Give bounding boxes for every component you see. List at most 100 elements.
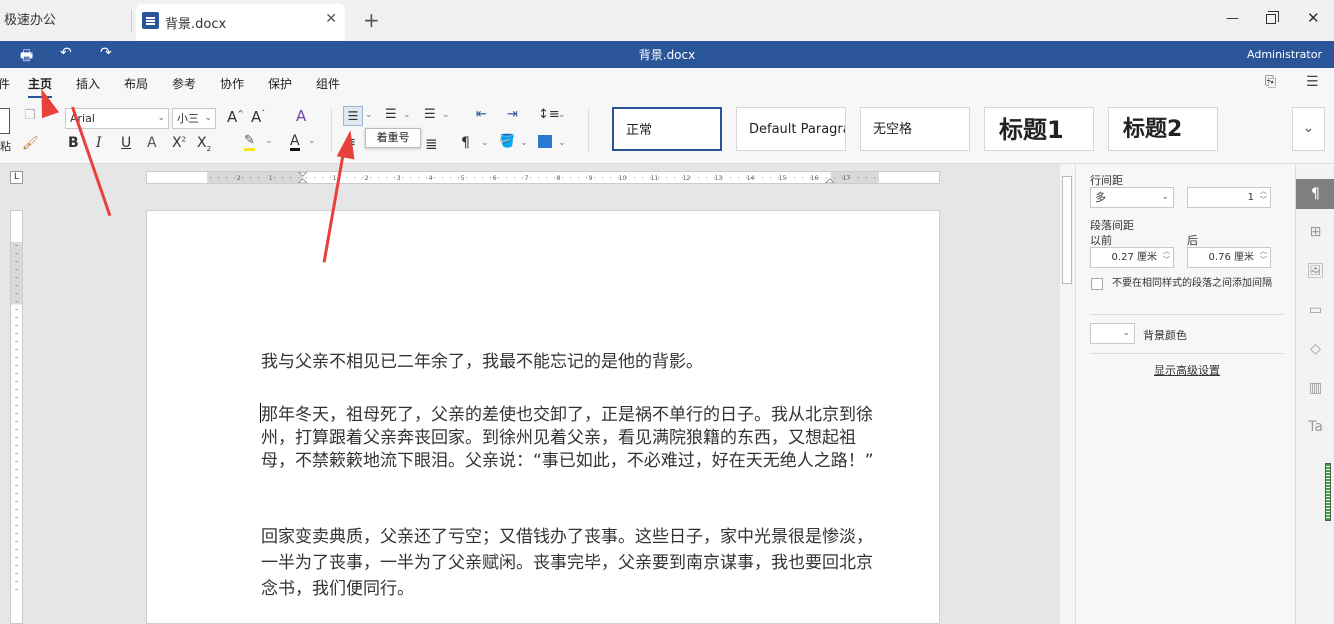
chart-settings-icon[interactable]: ▥ [1296, 373, 1334, 403]
borders-dropdown-icon[interactable]: ⌄ [558, 138, 566, 148]
paragraph-mark-dropdown-icon[interactable]: ⌄ [481, 138, 489, 148]
highlight-dropdown-icon[interactable]: ⌄ [265, 136, 273, 146]
justify-icon[interactable]: ≣ [425, 135, 438, 153]
underline-icon[interactable]: U [121, 135, 131, 151]
menu-collaborate[interactable]: 协作 [220, 75, 244, 92]
paragraph-spacing-label: 段落间距 [1090, 219, 1134, 232]
svg-text:11: 11 [651, 176, 659, 182]
bullet-list-icon[interactable]: ☰ [343, 106, 363, 126]
title-bar: 🖶 ↶ ↷ 背景.docx Administrator [0, 41, 1334, 68]
superscript-icon[interactable]: X2 [172, 135, 186, 151]
numbered-list-dropdown-icon[interactable]: ⌄ [403, 110, 411, 120]
background-color-label: 背景颜色 [1143, 329, 1187, 342]
style-no-spacing[interactable]: 无空格 [860, 107, 970, 151]
font-size-select[interactable]: 小三 ⌄ [172, 108, 216, 129]
paragraph-3[interactable]: 回家变卖典质，父亲还了亏空；又借钱办了丧事。这些日子，家中光景很是惨淡，一半为了… [261, 524, 887, 602]
shape-settings-icon[interactable]: ◇ [1296, 334, 1334, 364]
format-painter-icon[interactable]: 🖌 [22, 136, 39, 151]
italic-icon[interactable]: I [96, 135, 102, 151]
borders-icon[interactable] [538, 135, 552, 148]
menu-protect[interactable]: 保护 [268, 75, 292, 92]
menu-layout[interactable]: 布局 [124, 75, 148, 92]
paragraph-2[interactable]: 那年冬天，祖母死了，父亲的差使也交卸了，正是祸不单行的日子。我从北京到徐州，打算… [261, 404, 887, 473]
clear-format-icon[interactable]: A [296, 107, 306, 125]
decrease-font-icon[interactable]: Aˇ [251, 108, 265, 126]
tab-bar: 极速办公 背景.docx ✕ + — ✕ [0, 0, 1334, 41]
highlight-icon[interactable]: ✎ [244, 134, 255, 151]
tab-home[interactable]: 极速办公 [0, 0, 130, 41]
menu-file[interactable]: 件 [0, 75, 10, 92]
paragraph-settings-icon[interactable]: ¶ [1296, 179, 1334, 209]
background-color-picker[interactable]: ⌄ [1090, 323, 1135, 344]
spacing-after-label: 后 [1187, 234, 1198, 247]
menu-references[interactable]: 参考 [172, 75, 196, 92]
no-space-checkbox[interactable] [1091, 278, 1103, 290]
document-scrollbar[interactable] [1060, 164, 1075, 624]
font-color-dropdown-icon[interactable]: ⌄ [308, 136, 316, 146]
styles-expand-icon[interactable]: ⌄ [1292, 107, 1325, 151]
table-settings-icon[interactable]: ⊞ [1296, 217, 1334, 247]
decrease-indent-icon[interactable]: ⇤ [476, 107, 487, 122]
style-default-paragraph[interactable]: Default Paragraph [736, 107, 846, 151]
right-sidebar: ¶ ⊞ 🖼 ▭ ◇ ▥ Ta [1295, 164, 1334, 624]
multilevel-list-icon[interactable]: ☰ [424, 107, 436, 122]
shading-icon[interactable]: 🪣 [499, 134, 515, 149]
menu-plugins[interactable]: 组件 [316, 75, 340, 92]
paste-icon[interactable] [0, 108, 10, 134]
line-spacing-value-input[interactable]: 1 ︿ ﹀ [1187, 187, 1271, 208]
subscript-icon[interactable]: X2 [197, 135, 211, 153]
style-normal[interactable]: 正常 [612, 107, 722, 151]
add-tab-icon[interactable]: + [363, 8, 380, 32]
header-footer-icon[interactable]: ▭ [1296, 295, 1334, 325]
menu-bar: 件 主页 插入 布局 参考 协作 保护 组件 ⎘ ☰ [0, 68, 1334, 98]
svg-text:16: 16 [811, 176, 819, 182]
numbered-list-icon[interactable]: ☰ [385, 107, 397, 122]
line-spacing-spinner-icon[interactable]: ︿ ﹀ [1260, 187, 1267, 205]
window-close-icon[interactable]: ✕ [1307, 9, 1320, 27]
spacing-before-label: 以前 [1090, 234, 1112, 247]
tab-document[interactable]: 背景.docx ✕ [136, 4, 345, 41]
spacing-before-input[interactable]: 0.27 厘米 ︿ ﹀ [1090, 247, 1174, 268]
hamburger-menu-icon[interactable]: ☰ [1306, 74, 1319, 90]
restore-icon[interactable] [1266, 11, 1279, 24]
open-location-icon[interactable]: ⎘ [1265, 74, 1276, 90]
user-name[interactable]: Administrator [1247, 48, 1322, 61]
svg-text:8: 8 [557, 176, 561, 182]
increase-indent-icon[interactable]: ⇥ [507, 107, 518, 122]
scrollbar-thumb[interactable] [1062, 176, 1072, 284]
svg-text:17: 17 [843, 176, 851, 182]
line-spacing-dropdown-icon[interactable]: ⌄ [558, 110, 566, 120]
document-page[interactable]: 我与父亲不相见已二年余了，我最不能忘记的是他的背影。 那年冬天，祖母死了，父亲的… [146, 210, 940, 624]
document-title: 背景.docx [638, 48, 696, 62]
paragraph-1[interactable]: 我与父亲不相见已二年余了，我最不能忘记的是他的背影。 [261, 351, 887, 374]
spacing-after-input[interactable]: 0.76 厘米 ︿ ﹀ [1187, 247, 1271, 268]
svg-text:1: 1 [269, 176, 273, 182]
menu-insert[interactable]: 插入 [76, 75, 100, 92]
style-heading-2[interactable]: 标题2 [1108, 107, 1218, 151]
image-settings-icon[interactable]: 🖼 [1296, 256, 1334, 286]
multilevel-list-dropdown-icon[interactable]: ⌄ [442, 110, 450, 120]
line-spacing-type-select[interactable]: 多 ⌄ [1090, 187, 1174, 208]
tab-stop-selector[interactable]: L [10, 171, 23, 184]
shading-dropdown-icon[interactable]: ⌄ [520, 138, 528, 148]
svg-text:15: 15 [779, 176, 787, 182]
ribbon-divider-2 [588, 108, 589, 152]
copy-icon[interactable]: ❐ [24, 108, 36, 123]
horizontal-ruler[interactable]: 2 1 1 2 3 4 5 6 7 8 9 10 11 12 13 14 15 16 17 [146, 171, 940, 184]
tab-close-icon[interactable]: ✕ [325, 11, 337, 27]
increase-font-icon[interactable]: A^ [227, 108, 244, 126]
strikethrough-icon[interactable]: A [147, 135, 157, 151]
advanced-settings-link[interactable]: 显示高级设置 [1154, 362, 1220, 378]
spacing-before-spinner-icon[interactable]: ︿ ﹀ [1163, 247, 1170, 265]
vertical-ruler[interactable] [10, 210, 23, 624]
font-color-icon[interactable]: A [290, 134, 300, 151]
line-spacing-icon[interactable]: ↕≡ [538, 107, 560, 122]
paragraph-mark-icon[interactable]: ¶ [461, 135, 470, 151]
text-art-icon[interactable]: Ta [1296, 412, 1334, 442]
bullet-list-dropdown-icon[interactable]: ⌄ [365, 110, 373, 120]
spacing-after-spinner-icon[interactable]: ︿ ﹀ [1260, 247, 1267, 265]
bold-icon[interactable]: B [68, 135, 79, 151]
minimize-icon[interactable]: — [1226, 11, 1239, 26]
svg-text:6: 6 [493, 176, 497, 182]
style-heading-1[interactable]: 标题1 [984, 107, 1094, 151]
